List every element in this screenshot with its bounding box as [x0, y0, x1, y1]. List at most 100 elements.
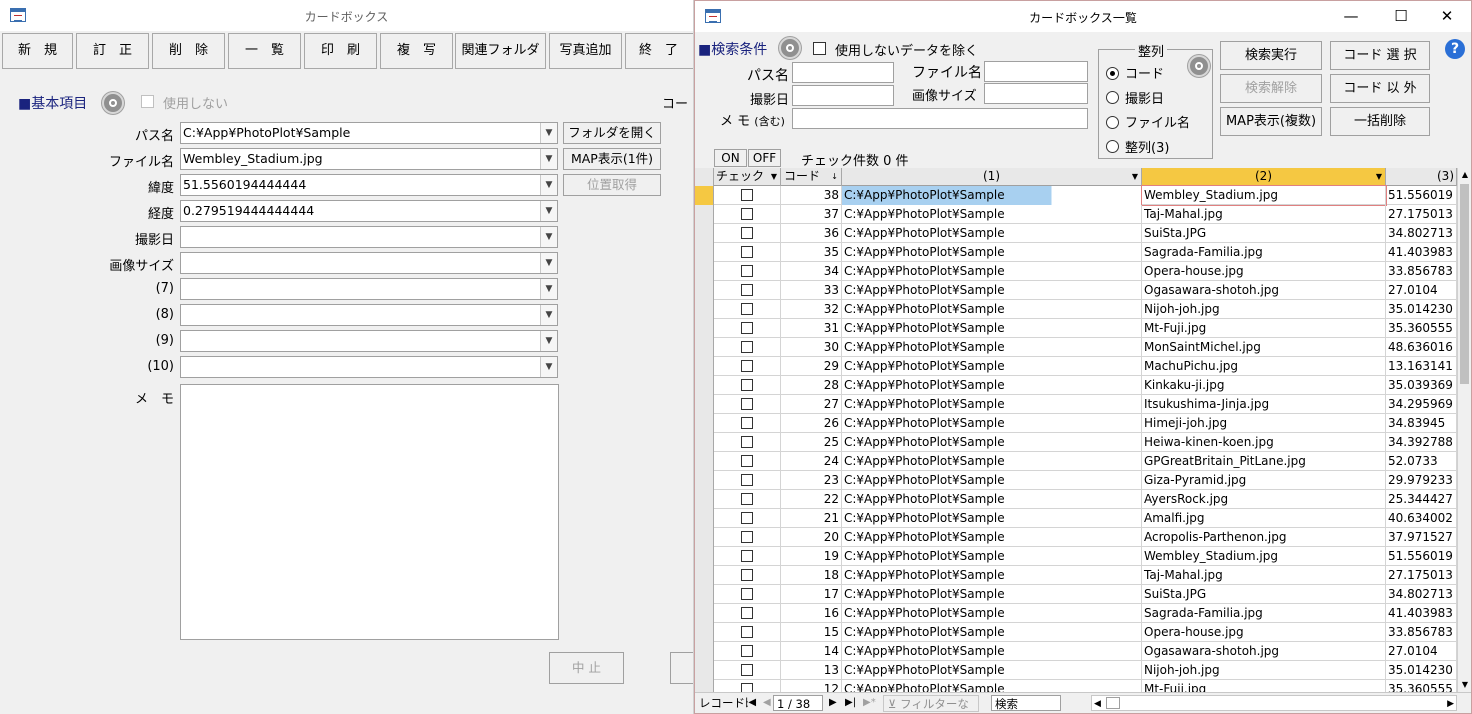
row-selector[interactable] [695, 395, 714, 414]
code-except-button[interactable]: コード 以 外 [1330, 74, 1430, 103]
row-code-cell[interactable]: 25 [781, 433, 842, 452]
table-row[interactable]: 30 C:¥App¥PhotoPlot¥Sample MonSaintMichel.… [695, 338, 1471, 357]
table-row[interactable]: 24 C:¥App¥PhotoPlot¥Sample GPGreatBritain_… [695, 452, 1471, 471]
row-selector[interactable] [695, 243, 714, 262]
row-selector[interactable] [695, 452, 714, 471]
search-clear-button[interactable]: 検索解除 [1220, 74, 1322, 103]
row-path-cell[interactable]: C:¥App¥PhotoPlot¥Sample [842, 566, 1142, 585]
row-path-cell[interactable]: C:¥App¥PhotoPlot¥Sample [842, 642, 1142, 661]
field-7-combo[interactable]: ▼ [180, 278, 558, 300]
row-path-cell[interactable]: C:¥App¥PhotoPlot¥Sample [842, 357, 1142, 376]
row-path-cell[interactable]: C:¥App¥PhotoPlot¥Sample [842, 528, 1142, 547]
unused-checkbox[interactable] [141, 95, 154, 108]
hscroll-thumb[interactable] [1106, 697, 1120, 709]
row-file-cell[interactable]: Ogasawara-shotoh.jpg [1142, 281, 1386, 300]
row-checkbox[interactable] [741, 379, 753, 391]
row-checkbox[interactable] [741, 246, 753, 258]
table-row[interactable]: 38 C:¥App¥PhotoPlot¥Sample Wembley_Stadium… [695, 185, 1471, 206]
row-code-cell[interactable]: 31 [781, 319, 842, 338]
row-file-cell[interactable]: Nijoh-joh.jpg [1142, 300, 1386, 319]
table-row[interactable]: 23 C:¥App¥PhotoPlot¥Sample Giza-Pyramid.jp… [695, 471, 1471, 490]
row-lat-cell[interactable]: 34.392788 [1386, 433, 1457, 452]
row-file-cell[interactable]: Mt-Fuji.jpg [1142, 680, 1386, 692]
bulk-delete-button[interactable]: 一括削除 [1330, 107, 1430, 136]
table-row[interactable]: 14 C:¥App¥PhotoPlot¥Sample Ogasawara-shoto… [695, 642, 1471, 661]
search-filename-input[interactable] [984, 61, 1088, 82]
chevron-down-icon[interactable]: ▼ [540, 357, 557, 377]
row-lat-cell[interactable]: 37.971527 [1386, 528, 1457, 547]
row-lat-cell[interactable]: 27.175013 [1386, 566, 1457, 585]
row-code-cell[interactable]: 37 [781, 205, 842, 224]
row-lat-cell[interactable]: 40.634002 [1386, 509, 1457, 528]
row-file-cell[interactable]: SuiSta.JPG [1142, 224, 1386, 243]
chevron-down-icon[interactable]: ▼ [540, 201, 557, 221]
row-file-cell[interactable]: Wembley_Stadium.jpg [1142, 547, 1386, 566]
row-selector[interactable] [695, 319, 714, 338]
scroll-up-icon[interactable]: ▲ [1458, 168, 1471, 182]
row-file-cell[interactable]: Ogasawara-shotoh.jpg [1142, 642, 1386, 661]
row-checkbox[interactable] [741, 512, 753, 524]
table-row[interactable]: 35 C:¥App¥PhotoPlot¥Sample Sagrada-Familia… [695, 243, 1471, 262]
row-code-cell[interactable]: 16 [781, 604, 842, 623]
row-checkbox[interactable] [741, 284, 753, 296]
row-lat-cell[interactable]: 35.360555 [1386, 319, 1457, 338]
code-select-button[interactable]: コード 選 択 [1330, 41, 1430, 70]
row-file-cell[interactable]: Nijoh-joh.jpg [1142, 661, 1386, 680]
row-code-cell[interactable]: 22 [781, 490, 842, 509]
search-memo-input[interactable] [792, 108, 1088, 129]
row-lat-cell[interactable]: 34.83945 [1386, 414, 1457, 433]
row-selector[interactable] [695, 433, 714, 452]
row-code-cell[interactable]: 15 [781, 623, 842, 642]
row-code-cell[interactable]: 38 [781, 186, 842, 205]
row-code-cell[interactable]: 30 [781, 338, 842, 357]
select-all-corner[interactable] [695, 168, 714, 186]
chevron-down-icon[interactable]: ▼ [1132, 168, 1138, 185]
row-checkbox[interactable] [741, 436, 753, 448]
longitude-combo[interactable]: 0.279519444444444 ▼ [180, 200, 558, 222]
row-file-cell[interactable]: GPGreatBritain_PitLane.jpg [1142, 452, 1386, 471]
row-lat-cell[interactable]: 35.014230 [1386, 661, 1457, 680]
row-lat-cell[interactable]: 34.802713 [1386, 585, 1457, 604]
table-row[interactable]: 29 C:¥App¥PhotoPlot¥Sample MachuPichu.jpg 1… [695, 357, 1471, 376]
search-size-input[interactable] [984, 83, 1088, 104]
row-file-cell[interactable]: Itsukushima-Jinja.jpg [1142, 395, 1386, 414]
row-selector[interactable] [695, 471, 714, 490]
row-file-cell[interactable]: Taj-Mahal.jpg [1142, 205, 1386, 224]
table-row[interactable]: 17 C:¥App¥PhotoPlot¥Sample SuiSta.JPG 34.80… [695, 585, 1471, 604]
row-lat-cell[interactable]: 13.163141 [1386, 357, 1457, 376]
row-code-cell[interactable]: 26 [781, 414, 842, 433]
scroll-thumb[interactable] [1460, 184, 1469, 384]
related-folder-button[interactable]: 関連フォルダ [455, 33, 546, 69]
chevron-down-icon[interactable]: ▼ [540, 149, 557, 169]
row-lat-cell[interactable]: 35.360555 [1386, 680, 1457, 692]
row-lat-cell[interactable]: 27.175013 [1386, 205, 1457, 224]
field-10-combo[interactable]: ▼ [180, 356, 558, 378]
cancel-button[interactable]: 中 止 [549, 652, 624, 684]
row-lat-cell[interactable]: 34.295969 [1386, 395, 1457, 414]
row-file-cell[interactable]: Heiwa-kinen-koen.jpg [1142, 433, 1386, 452]
row-lat-cell[interactable]: 48.636016 [1386, 338, 1457, 357]
row-lat-cell[interactable]: 33.856783 [1386, 623, 1457, 642]
sort-date-radio[interactable] [1106, 91, 1119, 104]
row-selector[interactable] [695, 509, 714, 528]
row-selector[interactable] [695, 490, 714, 509]
row-lat-cell[interactable]: 35.014230 [1386, 300, 1457, 319]
row-selector[interactable] [695, 604, 714, 623]
search-settings-gear-icon[interactable] [779, 37, 801, 59]
row-file-cell[interactable]: Taj-Mahal.jpg [1142, 566, 1386, 585]
row-checkbox[interactable] [741, 398, 753, 410]
row-checkbox[interactable] [741, 531, 753, 543]
row-code-cell[interactable]: 29 [781, 357, 842, 376]
row-file-cell[interactable]: Opera-house.jpg [1142, 623, 1386, 642]
row-selector[interactable] [695, 585, 714, 604]
table-row[interactable]: 18 C:¥App¥PhotoPlot¥Sample Taj-Mahal.jpg 27… [695, 566, 1471, 585]
row-checkbox[interactable] [741, 683, 753, 692]
sort-ascending-icon[interactable]: ↓ [831, 168, 838, 185]
row-checkbox[interactable] [741, 322, 753, 334]
row-path-cell[interactable]: C:¥App¥PhotoPlot¥Sample [842, 338, 1142, 357]
list-button[interactable]: 一 覧 [228, 33, 301, 69]
row-code-cell[interactable]: 17 [781, 585, 842, 604]
maximize-icon[interactable]: ☐ [1381, 5, 1421, 29]
image-size-combo[interactable]: ▼ [180, 252, 558, 274]
row-code-cell[interactable]: 36 [781, 224, 842, 243]
